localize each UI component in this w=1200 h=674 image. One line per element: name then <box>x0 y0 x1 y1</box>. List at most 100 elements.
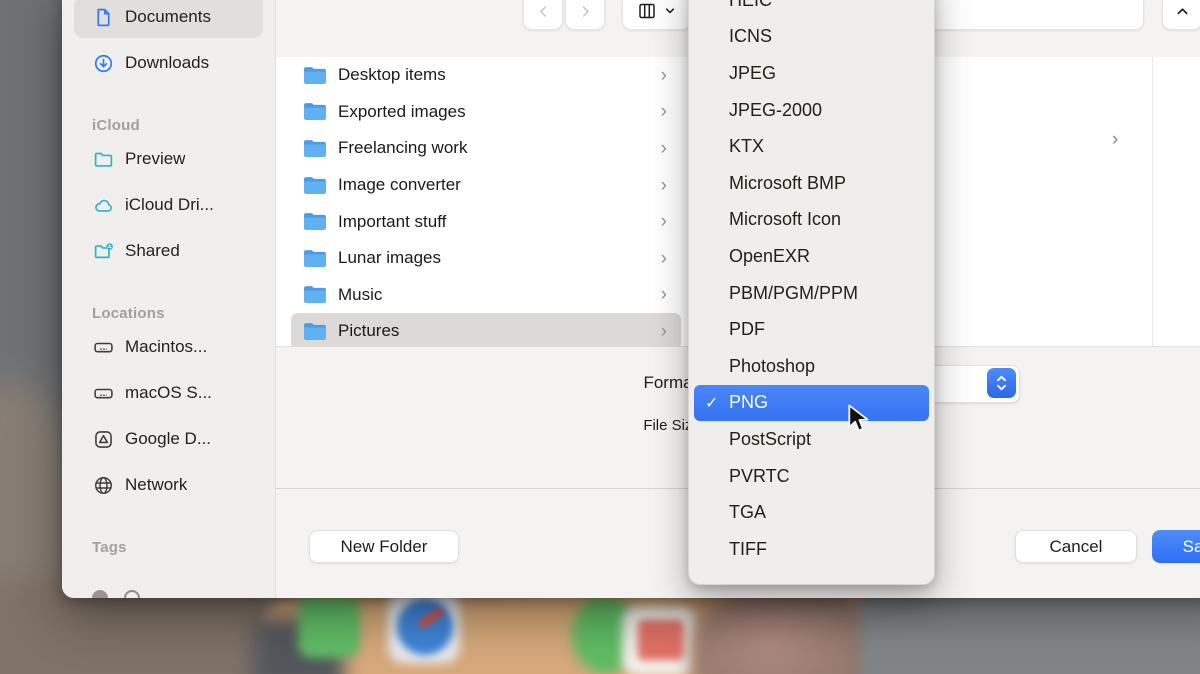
format-menu-item[interactable]: Microsoft Icon <box>694 202 929 239</box>
screen: { "toolbar": { "back_icon": "chevron-lef… <box>0 0 1200 674</box>
forward-button[interactable] <box>565 0 605 30</box>
sidebar-item-label: Google D... <box>125 429 211 449</box>
sidebar-item-label: Preview <box>125 149 185 169</box>
format-menu-item[interactable]: KTX <box>694 128 929 165</box>
folder-name: Music <box>338 285 382 305</box>
format-menu-item-label: TIFF <box>729 539 767 560</box>
popup-chevrons-icon <box>987 368 1016 398</box>
format-menu-item[interactable]: ✓ PNG <box>694 385 929 422</box>
folder-name: Exported images <box>338 102 466 122</box>
checkmark-icon: ✓ <box>705 393 718 413</box>
format-menu-item-label: PVRTC <box>729 466 790 487</box>
sidebar-item[interactable]: Documents <box>74 0 263 38</box>
chevron-left-icon <box>536 4 551 19</box>
chevron-right-icon <box>578 4 593 19</box>
folder-row[interactable]: Desktop items › <box>291 57 681 94</box>
format-menu-item-label: PDF <box>729 319 765 340</box>
folder-row[interactable]: Freelancing work › <box>291 130 681 167</box>
folder-fill-icon <box>303 176 327 195</box>
document-icon <box>92 6 114 28</box>
sidebar-section: Locations Macintos... <box>62 302 275 506</box>
sidebar-item-label: Network <box>125 475 187 495</box>
format-menu-item-label: PBM/PGM/PPM <box>729 283 858 304</box>
chevron-up-icon <box>1175 4 1190 19</box>
chevron-down-icon <box>664 5 676 17</box>
folder-row[interactable]: Important stuff › <box>291 203 681 240</box>
cancel-button[interactable]: Cancel <box>1015 530 1137 563</box>
sidebar-item-label: iCloud Dri... <box>125 195 214 215</box>
folder-row[interactable]: Image converter › <box>291 167 681 204</box>
chevron-right-icon: › <box>661 176 667 195</box>
sidebar-section-header: iCloud <box>92 114 275 138</box>
format-menu-item-label: Microsoft BMP <box>729 173 846 194</box>
format-menu-item-label: TGA <box>729 502 766 523</box>
sidebar-item-label: macOS S... <box>125 383 212 403</box>
sidebar-section: Tags <box>62 536 275 560</box>
format-menu-item[interactable]: PostScript <box>694 421 929 458</box>
chevron-right-icon: › <box>661 139 667 158</box>
sidebar: Documents Downloads iCloud <box>62 0 276 598</box>
folder-row[interactable]: Exported images › <box>291 94 681 131</box>
format-menu-item[interactable]: PBM/PGM/PPM <box>694 275 929 312</box>
format-menu-item-label: ICNS <box>729 26 772 47</box>
format-menu-item[interactable]: PVRTC <box>694 458 929 495</box>
sidebar-section: iCloud Preview iClo <box>62 114 275 272</box>
next-column-chevron-icon: › <box>1112 129 1118 151</box>
folder-fill-icon <box>303 212 327 231</box>
format-menu-item-label: HEIC <box>729 0 772 11</box>
format-menu-item[interactable]: PDF <box>694 311 929 348</box>
format-menu-item[interactable]: JPEG <box>694 55 929 92</box>
sidebar-item[interactable]: macOS S... <box>74 372 263 414</box>
collapse-dialog-button[interactable] <box>1162 0 1200 30</box>
sidebar-sections: Documents Downloads iCloud <box>62 0 275 560</box>
cloud-icon <box>92 194 114 216</box>
folder-name: Pictures <box>338 321 399 341</box>
format-menu-item[interactable]: TIFF <box>694 531 929 568</box>
sidebar-section: Documents Downloads <box>62 0 275 84</box>
sidebar-item[interactable]: Shared <box>74 230 263 272</box>
folder-name: Desktop items <box>338 65 446 85</box>
sidebar-item-label: Downloads <box>125 53 209 73</box>
folder-fill-icon <box>303 322 327 341</box>
back-button[interactable] <box>523 0 563 30</box>
format-menu-item-label: JPEG-2000 <box>729 100 822 121</box>
sidebar-item[interactable]: Macintos... <box>74 326 263 368</box>
format-menu: HEIC ICNS JPEG JPEG-2000 KTX <box>688 0 935 585</box>
new-folder-button[interactable]: New Folder <box>309 530 459 563</box>
mouse-cursor <box>846 404 874 439</box>
sidebar-section-header: Tags <box>92 536 275 560</box>
globe-icon <box>92 474 114 496</box>
tag-color-dot-outline[interactable] <box>124 590 140 598</box>
folder-fill-icon <box>303 66 327 85</box>
format-menu-item-label: Photoshop <box>729 356 815 377</box>
save-button[interactable]: Save <box>1152 530 1200 563</box>
column-view-button[interactable] <box>622 0 691 30</box>
sidebar-item[interactable]: iCloud Dri... <box>74 184 263 226</box>
format-menu-item[interactable]: HEIC <box>694 0 929 19</box>
google-drive-icon <box>92 428 114 450</box>
format-menu-item[interactable]: Photoshop <box>694 348 929 385</box>
sidebar-item[interactable]: Downloads <box>74 42 263 84</box>
format-menu-item[interactable]: JPEG-2000 <box>694 92 929 129</box>
format-menu-item[interactable]: ICNS <box>694 19 929 56</box>
format-menu-item[interactable]: TGA <box>694 494 929 531</box>
folder-row[interactable]: Pictures › <box>291 313 681 350</box>
folder-row[interactable]: Music › <box>291 277 681 314</box>
sidebar-item[interactable]: Network <box>74 464 263 506</box>
drive-icon <box>92 336 114 358</box>
folder-list: Desktop items › Exported images › Freela… <box>291 57 681 350</box>
save-dialog: Documents Downloads iCloud <box>62 0 1200 598</box>
folder-name: Image converter <box>338 175 461 195</box>
background-app-icon-red <box>638 620 684 660</box>
sidebar-item[interactable]: Google D... <box>74 418 263 460</box>
folder-row[interactable]: Lunar images › <box>291 240 681 277</box>
format-menu-item-label: PNG <box>729 392 768 413</box>
sidebar-item-label: Documents <box>125 7 211 27</box>
chevron-right-icon: › <box>661 285 667 304</box>
folder-fill-icon <box>303 139 327 158</box>
format-menu-item-label: Microsoft Icon <box>729 209 841 230</box>
sidebar-item[interactable]: Preview <box>74 138 263 180</box>
format-menu-item[interactable]: OpenEXR <box>694 238 929 275</box>
tag-color-dot[interactable] <box>92 590 108 598</box>
format-menu-item[interactable]: Microsoft BMP <box>694 165 929 202</box>
